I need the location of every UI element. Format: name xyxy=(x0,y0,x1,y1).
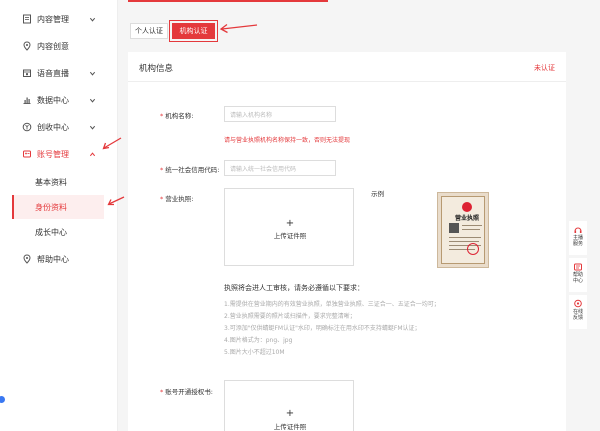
stamp-icon xyxy=(467,243,479,255)
sidebar-item-content-creative[interactable]: 内容创意 xyxy=(0,34,118,58)
sidebar-item-label: 内容管理 xyxy=(37,14,69,24)
float-label: 帮助中心 xyxy=(572,272,583,284)
upload-label: 上传证件照 xyxy=(273,423,307,431)
sidebar: 内容管理 内容创意 语音直播 数据中心 创收中心 账号管理 基本资料 身份资料 … xyxy=(0,0,118,431)
plus-icon: + xyxy=(285,218,295,229)
emblem-icon xyxy=(462,202,472,212)
sidebar-item-label: 内容创意 xyxy=(37,41,69,51)
license-label: * 营业执照: xyxy=(160,195,194,203)
credit-code-label: * 统一社会信用代码: xyxy=(160,166,220,174)
feedback-icon xyxy=(573,299,583,309)
sidebar-item-label: 语音直播 xyxy=(37,68,69,78)
requirement-item: 4.图片格式为：png、jpg xyxy=(224,337,293,344)
money-icon xyxy=(22,122,32,132)
card-title: 机构信息 xyxy=(139,64,174,74)
chevron-down-icon xyxy=(89,16,96,23)
sidebar-item-label: 数据中心 xyxy=(37,95,69,105)
plus-icon: + xyxy=(285,408,295,419)
chevron-up-icon xyxy=(89,151,96,158)
sidebar-subitem-identity-info[interactable]: 身份资料 xyxy=(12,195,104,219)
annotation-arrow-tab xyxy=(219,23,258,34)
sidebar-subitem-basic-info[interactable]: 基本资料 xyxy=(0,170,118,194)
chevron-down-icon xyxy=(89,97,96,104)
float-label: 主播服务 xyxy=(572,235,583,247)
location-icon xyxy=(22,41,32,51)
calendar-icon xyxy=(22,68,32,78)
sidebar-item-label: 账号管理 xyxy=(37,149,69,159)
highlight-box xyxy=(169,20,218,42)
sidebar-item-voice-live[interactable]: 语音直播 xyxy=(0,61,118,85)
requirement-item: 1.需提供在营业期内的有效营业执照，单独营业执照、三证合一、五证合一均可； xyxy=(224,301,440,308)
account-icon xyxy=(22,149,32,159)
auth-upload-box[interactable]: + 上传证件照 xyxy=(224,380,354,431)
sidebar-subitem-label: 成长中心 xyxy=(35,228,67,237)
help-icon xyxy=(22,254,32,264)
sidebar-item-label: 帮助中心 xyxy=(37,254,69,264)
sidebar-item-help-center[interactable]: 帮助中心 xyxy=(0,247,118,271)
requirement-item: 2.营业执照需要的照片或扫描件，要求完整清晰； xyxy=(224,313,356,320)
annotation-arrow-identity xyxy=(107,196,125,206)
qr-code-icon xyxy=(449,223,459,233)
chevron-down-icon xyxy=(89,70,96,77)
card-header: 机构信息 未认证 xyxy=(128,52,566,82)
tab-personal-auth[interactable]: 个人认证 xyxy=(130,23,168,39)
sample-label: 示例 xyxy=(371,190,384,198)
document-icon xyxy=(22,14,32,24)
license-upload-box[interactable]: + 上传证件照 xyxy=(224,188,354,266)
float-service-button[interactable]: 主播服务 xyxy=(569,221,587,255)
auth-letter-label: * 账号开通授权书: xyxy=(160,388,213,396)
float-feedback-button[interactable]: 在线反馈 xyxy=(569,295,587,329)
sample-license-title: 营业执照 xyxy=(454,215,479,222)
annotation-arrow-account xyxy=(102,137,122,150)
sidebar-subitem-growth-center[interactable]: 成长中心 xyxy=(0,220,118,244)
requirements-title: 执照将会进人工审核，请务必遵循以下要求： xyxy=(224,284,364,292)
sidebar-subitem-label: 基本资料 xyxy=(35,178,67,187)
top-accent-line xyxy=(128,0,328,2)
org-name-input[interactable]: 请输入机构名称 xyxy=(224,106,336,122)
requirement-item: 3.可添加"仅供蜻蜓FM认证"水印，明确标注在用水印不支持蜻蜓FM认证； xyxy=(224,325,421,332)
sidebar-item-data-center[interactable]: 数据中心 xyxy=(0,88,118,112)
chevron-down-icon xyxy=(89,124,96,131)
sidebar-subitem-label: 身份资料 xyxy=(35,203,67,212)
sidebar-item-label: 创收中心 xyxy=(37,122,69,132)
upload-label: 上传证件照 xyxy=(273,232,307,240)
chart-icon xyxy=(22,95,32,105)
requirement-item: 5.图片大小不超过10M xyxy=(224,349,285,356)
float-help-button[interactable]: 帮助中心 xyxy=(569,258,587,292)
org-name-label: * 机构名称: xyxy=(160,112,194,120)
sidebar-item-content-management[interactable]: 内容管理 xyxy=(0,7,118,31)
sample-license-image: 营业执照 xyxy=(437,192,489,268)
status-badge: 未认证 xyxy=(534,64,555,72)
service-icon xyxy=(573,225,583,235)
help-icon xyxy=(573,262,583,272)
credit-code-input[interactable]: 请输入统一社会信用代码 xyxy=(224,160,336,176)
float-label: 在线反馈 xyxy=(572,309,583,321)
org-name-warning: 请与营业执照机构名称保持一致，否则无法提现 xyxy=(224,137,351,144)
